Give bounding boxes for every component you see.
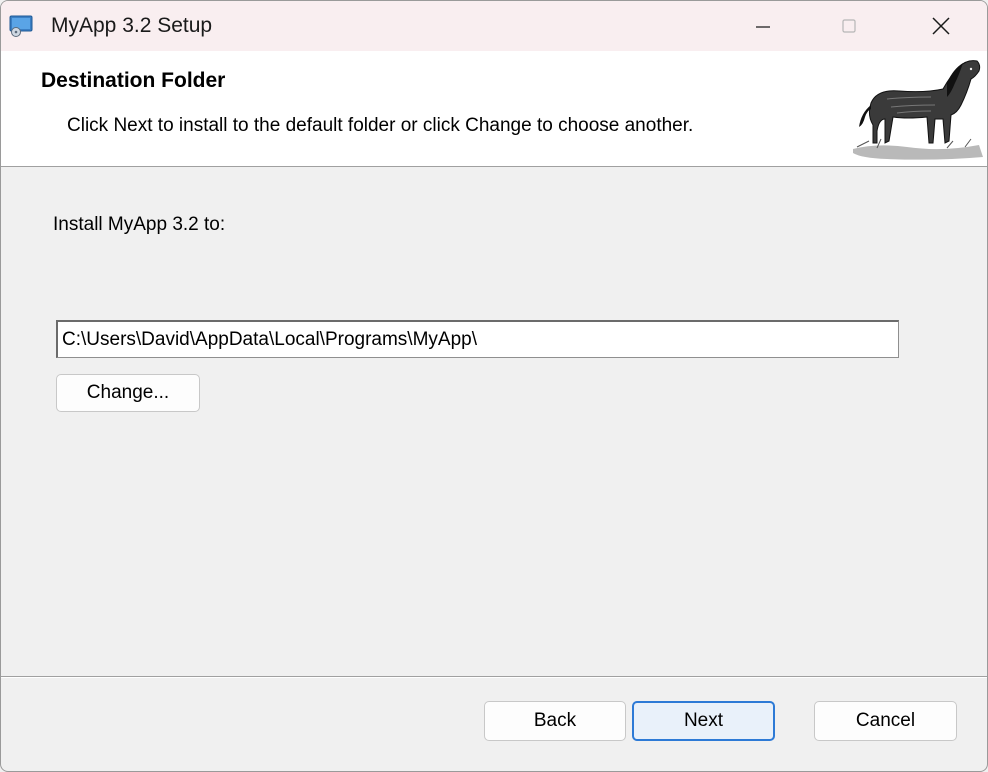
- setup-window: MyApp 3.2 Setup Destination Folder Click…: [0, 0, 988, 772]
- back-button[interactable]: Back: [484, 701, 626, 741]
- page-title: Destination Folder: [41, 69, 226, 92]
- minimize-icon: [756, 26, 770, 28]
- change-button[interactable]: Change...: [56, 374, 200, 412]
- cancel-button[interactable]: Cancel: [814, 701, 957, 741]
- window-title: MyApp 3.2 Setup: [51, 14, 213, 37]
- minimize-button[interactable]: [732, 1, 794, 51]
- close-button[interactable]: [910, 1, 972, 51]
- next-button[interactable]: Next: [632, 701, 775, 741]
- installer-app-icon: [9, 15, 33, 37]
- page-description: Click Next to install to the default fol…: [67, 115, 694, 136]
- maximize-button[interactable]: [818, 1, 880, 51]
- title-bar[interactable]: MyApp 3.2 Setup: [1, 1, 987, 51]
- footer-divider: [1, 676, 987, 678]
- maximize-icon: [842, 19, 856, 33]
- install-path-field[interactable]: [56, 320, 899, 358]
- header-banner: Destination Folder Click Next to install…: [1, 51, 987, 167]
- close-icon: [932, 17, 950, 35]
- horse-illustration-icon: [853, 60, 983, 160]
- install-location-label: Install MyApp 3.2 to:: [53, 214, 226, 235]
